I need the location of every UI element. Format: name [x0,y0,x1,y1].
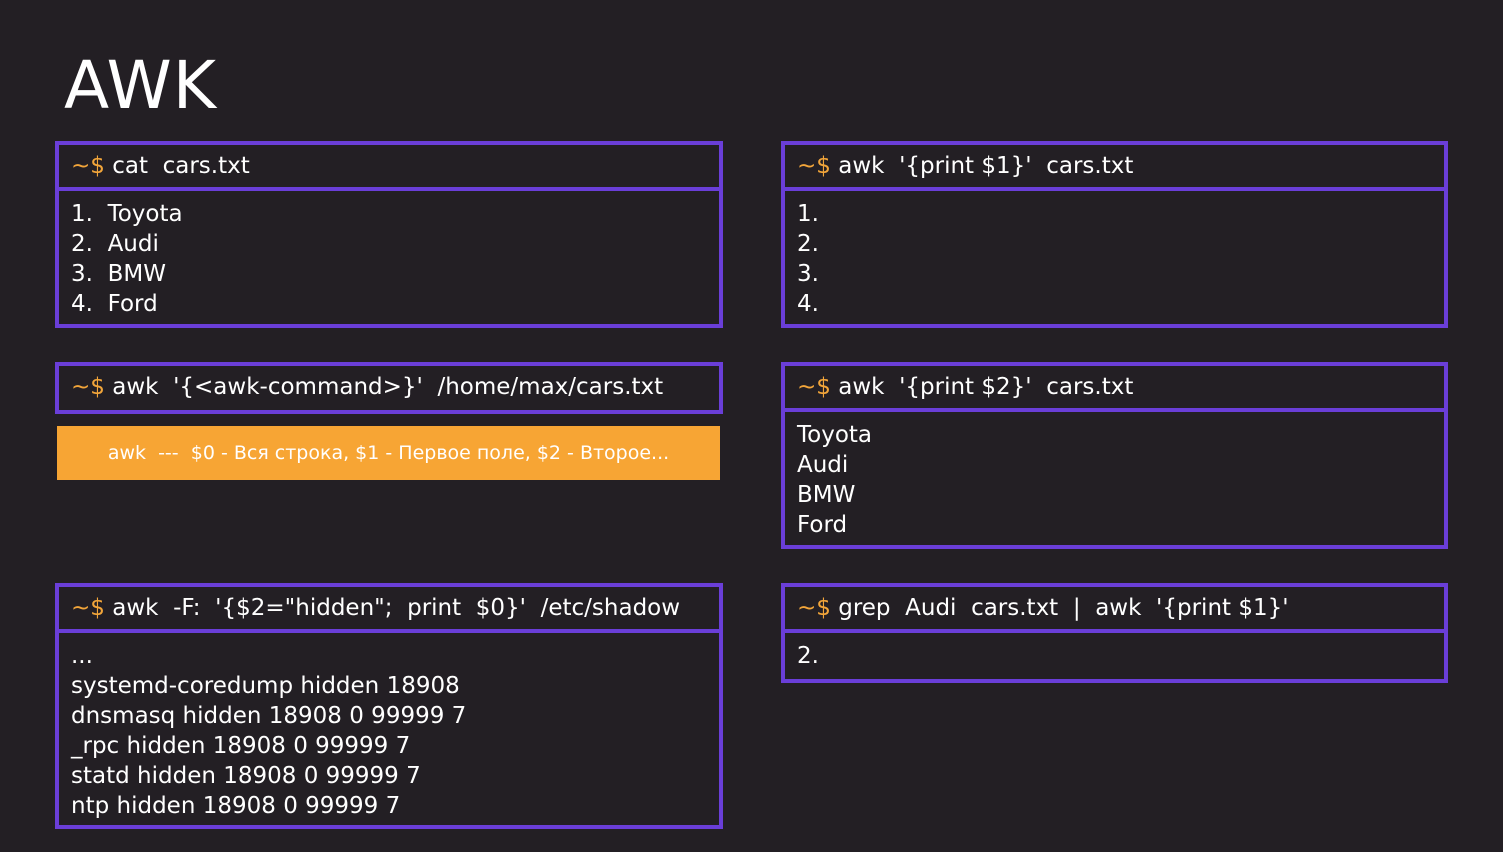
panel-awk-shadow: ~$ awk -F: '{$2="hidden"; print $0}' /et… [55,583,723,829]
command-line: ~$ awk '{print $2}' cars.txt [785,366,1444,412]
output-line: 1. Toyota [71,201,183,227]
panel-awk-print-2: ~$ awk '{print $2}' cars.txt Toyota Audi… [781,362,1448,549]
output-line: ntp hidden 18908 0 99999 7 [71,793,401,819]
command-line: ~$ awk -F: '{$2="hidden"; print $0}' /et… [59,587,719,633]
command-line: ~$ grep Audi cars.txt | awk '{print $1}' [785,587,1444,633]
output-line: Audi [797,452,849,478]
output-line: systemd-coredump hidden 18908 [71,673,460,699]
panel-cat-cars: ~$ cat cars.txt 1. Toyota 2. Audi 3. BMW… [55,141,723,328]
command-text: awk '{<awk-command>}' /home/max/cars.txt [112,374,664,400]
output-line: Toyota [797,422,873,448]
prompt: ~$ [71,374,105,400]
output-line: _rpc hidden 18908 0 99999 7 [71,733,411,759]
output-line: 2. [797,643,819,669]
output-line: 2. [797,231,819,257]
command-text: awk '{print $1}' cars.txt [838,153,1134,179]
output: 1. Toyota 2. Audi 3. BMW 4. Ford [59,191,719,319]
output: Toyota Audi BMW Ford [785,412,1444,540]
output-line: ... [71,643,93,669]
prompt: ~$ [797,595,831,621]
command-text: awk -F: '{$2="hidden"; print $0}' /etc/s… [112,595,681,621]
output-line: 1. [797,201,819,227]
command-line: ~$ awk '{print $1}' cars.txt [785,145,1444,191]
output-line: statd hidden 18908 0 99999 7 [71,763,421,789]
prompt: ~$ [797,153,831,179]
output-line: Ford [797,512,848,538]
output-line: 4. [797,291,819,317]
prompt: ~$ [71,595,105,621]
prompt: ~$ [71,153,105,179]
panel-awk-syntax: ~$ awk '{<awk-command>}' /home/max/cars.… [55,362,723,414]
command-line: ~$ cat cars.txt [59,145,719,191]
panel-awk-print-1: ~$ awk '{print $1}' cars.txt 1. 2. 3. 4. [781,141,1448,328]
command-text: cat cars.txt [112,153,250,179]
field-variables-note: awk --- $0 - Вся строка, $1 - Первое пол… [57,426,720,480]
command-line: ~$ awk '{<awk-command>}' /home/max/cars.… [59,366,719,408]
prompt: ~$ [797,374,831,400]
output: ... systemd-coredump hidden 18908 dnsmas… [59,633,719,821]
command-text: grep Audi cars.txt | awk '{print $1}' [838,595,1289,621]
output-line: BMW [797,482,856,508]
output-line: 2. Audi [71,231,159,257]
output: 2. [785,633,1444,671]
output-line: 3. [797,261,819,287]
output-line: 4. Ford [71,291,158,317]
output: 1. 2. 3. 4. [785,191,1444,319]
command-text: awk '{print $2}' cars.txt [838,374,1134,400]
output-line: 3. BMW [71,261,166,287]
panel-grep-awk: ~$ grep Audi cars.txt | awk '{print $1}'… [781,583,1448,683]
slide-title: AWK [64,47,218,124]
output-line: dnsmasq hidden 18908 0 99999 7 [71,703,467,729]
